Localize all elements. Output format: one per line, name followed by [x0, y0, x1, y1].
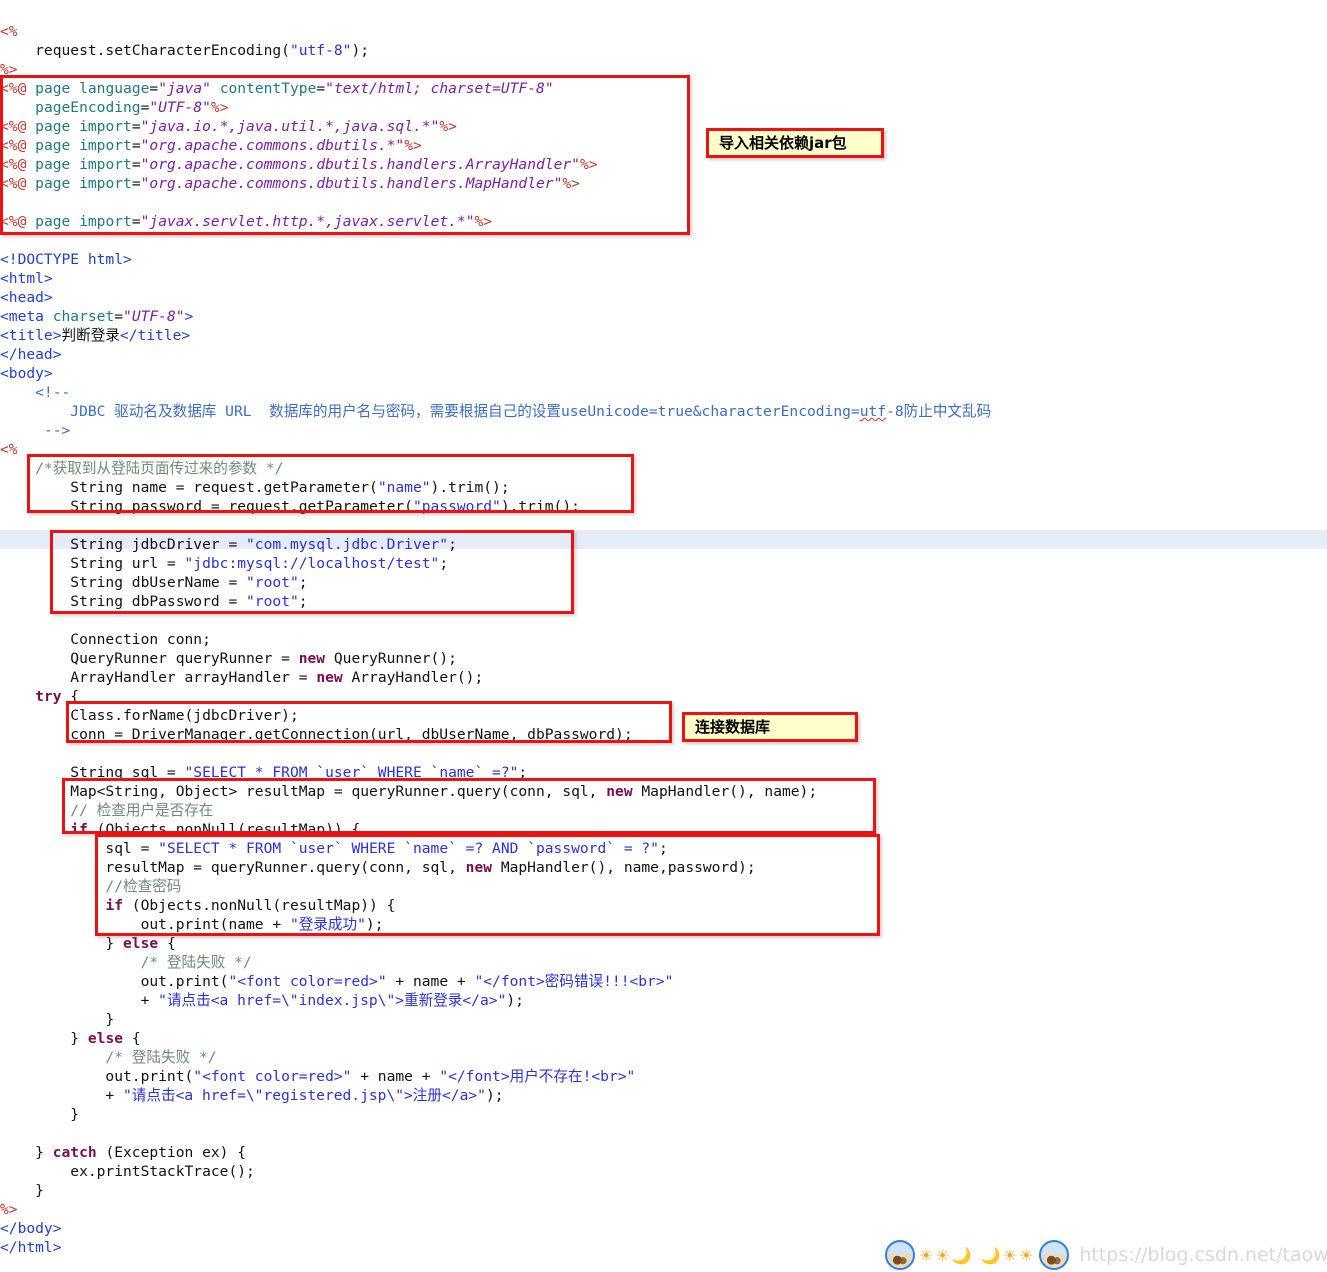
code-line-34: QueryRunner queryRunner = new QueryRunne… [0, 650, 457, 667]
annotation-box-params [27, 454, 634, 513]
code-line-21: JDBC 驱动名及数据库 URL 数据库的用户名与密码，需要根据自己的设置use… [0, 403, 992, 420]
code-line-18: </head> [0, 346, 62, 363]
csdn-watermark: ☀☀🌙 🌙☀☀ https://blog.csdn.net/taoweidong… [885, 1238, 1327, 1272]
code-line-56: out.print("<font color=red>" + name + "<… [0, 1068, 636, 1085]
code-line-20: <!-- [0, 384, 71, 401]
avatar-left [885, 1240, 915, 1270]
code-line-58: } [0, 1106, 80, 1123]
code-editor-canvas: <% request.setCharacterEncoding("utf-8")… [0, 0, 1327, 1272]
callout-db-connect-label: 连接数据库 [695, 717, 771, 736]
code-line-61: ex.printStackTrace(); [0, 1163, 255, 1180]
annotation-box-query [62, 778, 876, 834]
code-line-13: <!DOCTYPE html> [0, 251, 132, 268]
annotation-box-connect [66, 701, 672, 743]
jsp-open-tag: <% [0, 23, 18, 40]
code-line-53: } [0, 1011, 115, 1028]
code-line-65: </html> [0, 1239, 62, 1256]
avatar-right [1039, 1240, 1070, 1270]
code-line-23: <% [0, 441, 18, 458]
callout-import-jar: 导入相关依赖jar包 [706, 128, 884, 158]
code-line-54: } else { [0, 1030, 141, 1047]
code-line-35: ArrayHandler arrayHandler = new ArrayHan… [0, 669, 484, 686]
code-line-51: out.print("<font color=red>" + name + "<… [0, 973, 674, 990]
code-line-2: request.setCharacterEncoding("utf-8"); [0, 42, 370, 59]
code-line-33: Connection conn; [0, 631, 211, 648]
callout-import-jar-label: 导入相关依赖jar包 [719, 133, 847, 152]
code-line-49: } else { [0, 935, 176, 952]
code-line-14: <html> [0, 270, 53, 287]
annotation-box-jdbcinfo [50, 530, 574, 614]
code-line-63: %> [0, 1201, 18, 1218]
code-line-62: } [0, 1182, 44, 1199]
code-line-1: <% [0, 22, 18, 41]
emoji-row: ☀☀🌙 🌙☀☀ [919, 1245, 1036, 1265]
code-line-22: --> [0, 422, 71, 439]
code-line-60: } catch (Exception ex) { [0, 1144, 247, 1161]
code-line-15: <head> [0, 289, 53, 306]
code-line-64: </body> [0, 1220, 62, 1237]
code-line-16: <meta charset="UTF-8"> [0, 308, 194, 325]
code-line-57: + "请点击<a href=\"registered.jsp\">注册</a>"… [0, 1087, 504, 1104]
watermark-url: https://blog.csdn.net/taoweidong1 [1079, 1244, 1327, 1266]
code-line-50: /* 登陆失败 */ [0, 954, 252, 971]
annotation-box-imports [0, 75, 690, 235]
callout-db-connect: 连接数据库 [682, 712, 858, 742]
code-line-52: + "请点击<a href=\"index.jsp\">重新登录</a>"); [0, 992, 524, 1009]
code-line-55: /* 登陆失败 */ [0, 1049, 217, 1066]
code-line-17: <title>判断登录</title> [0, 327, 191, 344]
code-line-19: <body> [0, 365, 53, 382]
annotation-box-pwcheck [95, 834, 880, 936]
